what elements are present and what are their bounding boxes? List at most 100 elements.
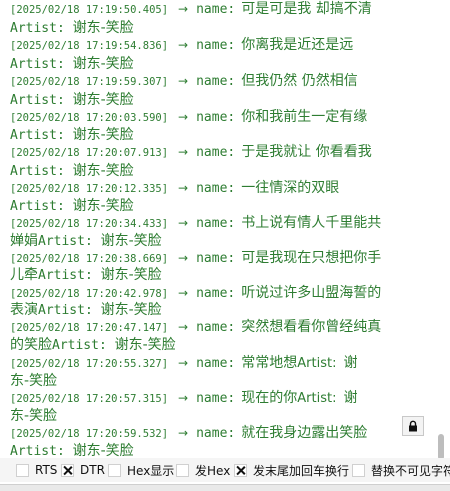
artist-line: 儿牵Artist: 谢东-笑脸 xyxy=(10,264,162,284)
log-line: [2025/02/18 17:20:07.913] → name: 于是我就让 你看看… xyxy=(10,141,372,161)
log-timestamp: [2025/02/18 17:19:59.307] xyxy=(10,76,169,88)
hex-display-option[interactable]: Hex显示 xyxy=(108,462,174,478)
arrow-icon: → xyxy=(178,286,189,300)
hex-display-label: Hex显示 xyxy=(127,463,175,478)
log-line: [2025/02/18 17:20:03.590] → name: 你和我前生一定有缘 xyxy=(10,106,367,126)
rts-checkbox[interactable] xyxy=(16,463,29,477)
arrow-icon: → xyxy=(178,426,189,440)
log-line: [2025/02/18 17:19:54.836] → name: 你离我是近还是远 xyxy=(10,34,353,54)
artist-line: Artist: 谢东-笑脸 xyxy=(10,440,134,458)
dtr-checkbox[interactable] xyxy=(61,463,74,477)
name-label: name: xyxy=(196,74,236,89)
log-timestamp: [2025/02/18 17:20:57.315] xyxy=(10,393,169,405)
name-label: name: xyxy=(196,110,236,125)
arrow-icon: → xyxy=(178,391,189,405)
lyric-text: 你和我前生一定有缘 xyxy=(241,109,368,125)
name-label: name: xyxy=(196,38,236,53)
send-hex-label: 发Hex xyxy=(195,463,231,478)
serial-log-area[interactable]: [2025/02/18 17:19:50.405] → name: 可是可是我 却搞不… xyxy=(0,0,436,458)
artist-label: Artist: xyxy=(52,338,107,353)
options-bar: RTS DTR Hex显示 发Hex 发末尾加回车换行 替换不可见字符 xyxy=(0,458,450,482)
send-newline-option[interactable]: 发末尾加回车换行 xyxy=(234,462,349,478)
artist-label: Artist: xyxy=(297,356,337,371)
lyric-text: 突然想看看你曾经纯真 xyxy=(241,319,382,335)
artist-label: Artist: xyxy=(38,268,93,283)
log-line: [2025/02/18 17:20:55.327] → name: 常常地想Artis… xyxy=(10,352,358,372)
send-hex-checkbox[interactable] xyxy=(176,463,189,477)
lyric-text: 就在我身边露出笑脸 xyxy=(241,425,368,441)
send-hex-option[interactable]: 发Hex xyxy=(176,462,230,478)
dtr-label: DTR xyxy=(80,463,105,477)
log-timestamp: [2025/02/18 17:19:54.836] xyxy=(10,40,169,52)
artist-name: 谢东-笑脸 xyxy=(114,337,176,353)
arrow-icon: → xyxy=(178,2,189,16)
artist-name: 谢东-笑脸 xyxy=(72,443,134,458)
lyric-text: 可是我现在只想把你手 xyxy=(241,250,382,266)
artist-label: Artist: xyxy=(297,391,337,406)
log-line: [2025/02/18 17:19:50.405] → name: 可是可是我 却搞不… xyxy=(10,0,372,18)
artist-name: 谢 xyxy=(343,390,358,406)
artist-name: 谢 xyxy=(343,355,358,371)
log-timestamp: [2025/02/18 17:20:07.913] xyxy=(10,147,169,159)
hex-display-checkbox[interactable] xyxy=(108,463,121,477)
arrow-icon: → xyxy=(178,356,189,370)
lyric-wrap-text: 儿牵 xyxy=(10,267,38,283)
log-timestamp: [2025/02/18 17:20:47.147] xyxy=(10,322,169,334)
name-label: name: xyxy=(196,251,236,266)
log-line: [2025/02/18 17:20:34.433] → name: 书上说有情人千里能… xyxy=(10,212,381,232)
name-label: name: xyxy=(196,145,236,160)
name-label: name: xyxy=(196,216,236,231)
name-label: name: xyxy=(196,391,236,406)
log-timestamp: [2025/02/18 17:20:55.327] xyxy=(10,358,169,370)
name-label: name: xyxy=(196,426,236,441)
replace-invisible-label: 替换不可见字符 xyxy=(371,463,450,478)
lyric-text: 可是可是我 却搞不清 xyxy=(241,1,372,17)
lyric-text: 你离我是近还是远 xyxy=(241,37,354,53)
lyric-wrap-text: 的笑脸 xyxy=(10,337,52,353)
log-line: [2025/02/18 17:19:59.307] → name: 但我仍然 仍然相信 xyxy=(10,70,358,90)
name-label: name: xyxy=(196,320,236,335)
bottom-toolbar xyxy=(0,484,450,491)
log-timestamp: [2025/02/18 17:20:34.433] xyxy=(10,218,169,230)
lyric-text: 现在的你 xyxy=(241,390,298,406)
artist-line: 的笑脸Artist: 谢东-笑脸 xyxy=(10,334,176,354)
replace-invisible-option[interactable]: 替换不可见字符 xyxy=(352,462,450,478)
log-timestamp: [2025/02/18 17:20:12.335] xyxy=(10,183,169,195)
scrollbar-thumb[interactable] xyxy=(438,434,444,460)
send-newline-label: 发末尾加回车换行 xyxy=(253,463,350,478)
name-label: name: xyxy=(196,286,236,301)
arrow-icon: → xyxy=(178,74,189,88)
log-timestamp: [2025/02/18 17:20:59.532] xyxy=(10,428,169,440)
lyric-text: 常常地想 xyxy=(241,355,298,371)
send-newline-checkbox[interactable] xyxy=(234,463,247,477)
name-label: name: xyxy=(196,356,236,371)
arrow-icon: → xyxy=(178,110,189,124)
lyric-text: 于是我就让 你看看我 xyxy=(241,144,372,160)
rts-label: RTS xyxy=(35,463,58,477)
lyric-text: 听说过许多山盟海誓的 xyxy=(241,285,382,301)
log-line: [2025/02/18 17:20:57.315] → name: 现在的你Artis… xyxy=(10,387,358,407)
rts-option[interactable]: RTS xyxy=(16,462,57,478)
replace-invisible-checkbox[interactable] xyxy=(352,463,365,477)
arrow-icon: → xyxy=(178,145,189,159)
log-line: [2025/02/18 17:20:47.147] → name: 突然想看看你曾经纯… xyxy=(10,316,381,336)
arrow-icon: → xyxy=(178,216,189,230)
log-line: [2025/02/18 17:20:59.532] → name: 就在我身边露出笑脸 xyxy=(10,422,367,442)
arrow-icon: → xyxy=(178,38,189,52)
log-timestamp: [2025/02/18 17:20:03.590] xyxy=(10,112,169,124)
arrow-icon: → xyxy=(178,320,189,334)
lyric-text: 但我仍然 仍然相信 xyxy=(241,73,358,89)
arrow-icon: → xyxy=(178,181,189,195)
lock-button[interactable] xyxy=(402,416,424,436)
artist-name: 谢东-笑脸 xyxy=(100,267,162,283)
lyric-text: 一往情深的双眼 xyxy=(241,180,340,196)
arrow-icon: → xyxy=(178,251,189,265)
name-label: name: xyxy=(196,181,236,196)
log-timestamp: [2025/02/18 17:19:50.405] xyxy=(10,4,169,16)
log-line: [2025/02/18 17:20:12.335] → name: 一往情深的双眼 xyxy=(10,177,339,197)
lyric-text: 书上说有情人千里能共 xyxy=(241,215,382,231)
dtr-option[interactable]: DTR xyxy=(61,462,105,478)
name-label: name: xyxy=(196,2,236,17)
lock-icon xyxy=(407,417,419,436)
artist-label: Artist: xyxy=(10,444,65,458)
